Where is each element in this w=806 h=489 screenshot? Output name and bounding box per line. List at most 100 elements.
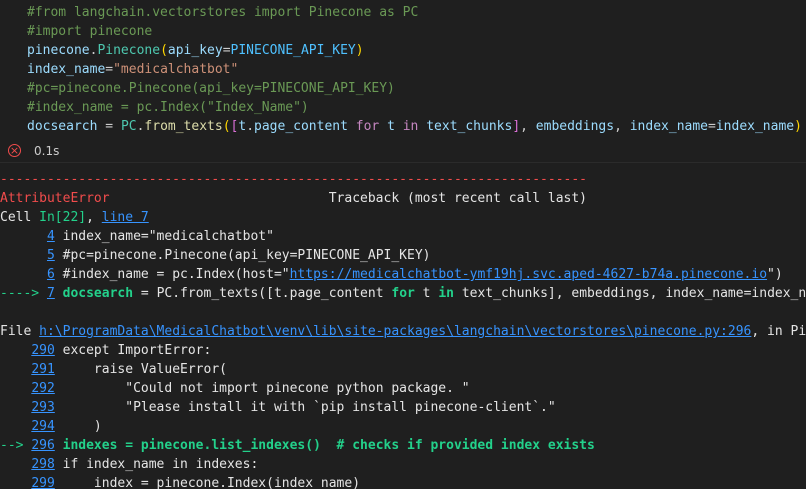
traceback-label: Traceback (most recent call last) xyxy=(109,191,588,206)
traceback-row: 4 index_name="medicalchatbot" xyxy=(0,227,274,246)
token: PINECONE_API_KEY xyxy=(230,43,356,58)
token: docsearch xyxy=(27,119,98,134)
source-text: #index_name = pc.Index(host=" xyxy=(62,267,290,282)
line-number-link[interactable]: 290 xyxy=(31,343,54,358)
token: = xyxy=(708,119,716,134)
source-text: ) xyxy=(62,419,102,434)
code-line-2[interactable]: #import pinecone xyxy=(27,22,152,41)
pinecone-host-link[interactable]: https://medicalchatbot-ymf19hj.svc.aped-… xyxy=(290,267,767,282)
code-cell-editor[interactable]: #from langchain.vectorstores import Pine… xyxy=(0,0,806,140)
code-line-1[interactable]: #from langchain.vectorstores import Pine… xyxy=(27,3,418,22)
token: Pinecone xyxy=(97,43,161,58)
cell-status-bar: × 0.1s xyxy=(0,141,806,162)
source-text: text_chunks], embeddings, index_name=ind… xyxy=(454,286,806,301)
cell-line-link[interactable]: line 7 xyxy=(102,210,149,225)
code-line-5[interactable]: #pc=pinecone.Pinecone(api_key=PINECONE_A… xyxy=(27,79,395,98)
keyword: for xyxy=(391,286,415,301)
traceback-row: 293 "Please install it with `pip install… xyxy=(0,398,556,417)
source-text: docsearch xyxy=(62,286,141,301)
traceback-row: 299 index = pinecone.Index(index_name) xyxy=(0,474,360,489)
file-path-link[interactable]: h:\ProgramData\MedicalChatbot\venv\lib\s… xyxy=(39,324,751,339)
token: PC xyxy=(120,119,137,134)
source-text: "Please install it with `pip install pin… xyxy=(62,400,556,415)
traceback-row: 290 except ImportError: xyxy=(0,341,211,360)
token: ( xyxy=(160,43,168,58)
line-number-link[interactable]: 291 xyxy=(31,362,54,377)
source-text: if index_name in indexes: xyxy=(62,457,259,472)
traceback-row: 298 if index_name in indexes: xyxy=(0,455,258,474)
line-number-link[interactable]: 6 xyxy=(47,267,55,282)
token: pinecone xyxy=(27,43,90,58)
traceback-row-current: --> 296 indexes = pinecone.list_indexes(… xyxy=(0,436,595,455)
line-number-link[interactable]: 7 xyxy=(47,286,55,301)
code-line-6[interactable]: #index_name = pc.Index("Index_Name") xyxy=(27,98,309,117)
traceback-row: 292 "Could not import pinecone python pa… xyxy=(0,379,470,398)
code-line-4[interactable]: index_name="medicalchatbot" xyxy=(27,60,238,79)
token: index_name xyxy=(715,119,795,134)
source-text: PC.from_texts([t.page_content xyxy=(156,286,392,301)
source-text: = xyxy=(140,286,157,301)
token: . xyxy=(246,119,255,134)
line-number-link[interactable]: 4 xyxy=(47,229,55,244)
line-number-link[interactable]: 293 xyxy=(31,400,54,415)
token: = xyxy=(97,119,121,134)
line-number-link[interactable]: 294 xyxy=(31,419,54,434)
traceback-header: AttributeError Traceback (most recent ca… xyxy=(0,189,587,208)
token: = xyxy=(222,43,231,58)
line-number-link[interactable]: 292 xyxy=(31,381,54,396)
line-number-link[interactable]: 296 xyxy=(31,438,54,453)
execution-time: 0.1s xyxy=(34,144,60,158)
token: text_chunks xyxy=(426,119,513,134)
traceback-row: 6 #index_name = pc.Index(host="https://m… xyxy=(0,265,783,284)
token: embeddings xyxy=(535,119,615,134)
token: api_key xyxy=(167,43,223,58)
token: ] xyxy=(512,119,521,134)
source-text: raise ValueError( xyxy=(62,362,227,377)
source-text: t xyxy=(414,286,439,301)
token: t xyxy=(387,119,395,134)
token: from_texts xyxy=(144,119,223,134)
token: ( xyxy=(222,119,231,134)
token: page_content xyxy=(254,119,348,134)
token: ) xyxy=(794,119,802,134)
error-name: AttributeError xyxy=(0,191,110,206)
token: t xyxy=(238,119,247,134)
code-line-3[interactable]: pinecone.Pinecone(api_key=PINECONE_API_K… xyxy=(27,41,364,60)
cell-sep: , xyxy=(86,210,102,225)
line-number-link[interactable]: 299 xyxy=(31,476,54,489)
source-text: ") xyxy=(767,267,783,282)
token: in xyxy=(394,119,427,134)
file-location: File h:\ProgramData\MedicalChatbot\venv\… xyxy=(0,322,806,341)
source-text: index_name="medicalchatbot" xyxy=(62,229,274,244)
source-text: "Could not import pinecone python packag… xyxy=(62,381,470,396)
file-prefix: File xyxy=(0,324,40,339)
line-number-link[interactable]: 5 xyxy=(47,248,55,263)
code-line-7[interactable]: docsearch = PC.from_texts([t.page_conten… xyxy=(27,117,802,136)
token: , xyxy=(614,119,630,134)
token: , xyxy=(520,119,536,134)
traceback-row-current: ----> 7 docsearch = PC.from_texts([t.pag… xyxy=(0,284,806,303)
line-number-link[interactable]: 298 xyxy=(31,457,54,472)
keyword: in xyxy=(438,286,454,301)
cell-location: Cell In[22], line 7 xyxy=(0,208,149,227)
current-line-arrow: --> xyxy=(0,438,32,453)
source-text: index = pinecone.Index(index_name) xyxy=(62,476,361,489)
token: = xyxy=(105,62,114,77)
